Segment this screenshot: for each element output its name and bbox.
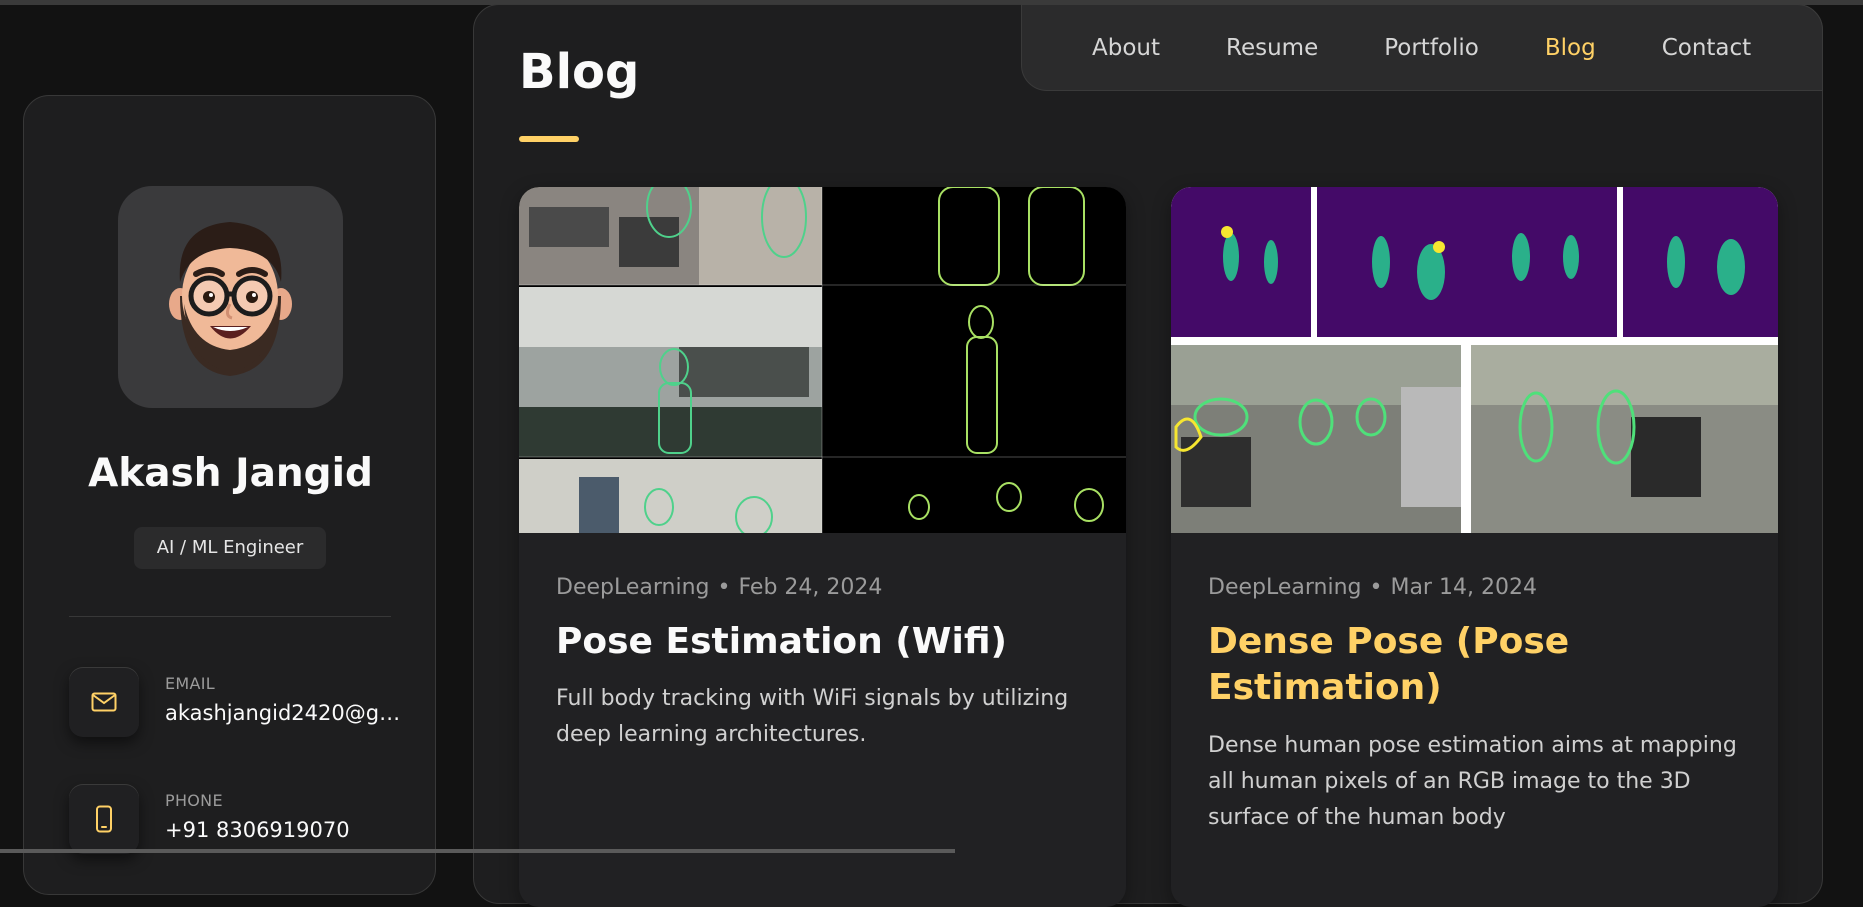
email-label: EMAIL xyxy=(165,674,215,693)
phone-link[interactable]: +91 8306919070 xyxy=(165,818,417,842)
horizontal-scrollbar[interactable] xyxy=(0,849,955,853)
phone-label: PHONE xyxy=(165,791,223,810)
post-thumbnail[interactable] xyxy=(1171,187,1778,533)
title-underline xyxy=(519,136,579,142)
post-category: DeepLearning xyxy=(556,575,710,600)
nav-resume[interactable]: Resume xyxy=(1226,35,1318,61)
post-description: Full body tracking with WiFi signals by … xyxy=(556,686,1069,747)
post-date: Feb 24, 2024 xyxy=(738,575,883,600)
post-thumbnail[interactable] xyxy=(519,187,1126,533)
post-category: DeepLearning xyxy=(1208,575,1362,600)
post-description: Dense human pose estimation aims at mapp… xyxy=(1208,733,1737,830)
phone-icon-box xyxy=(69,784,139,854)
divider xyxy=(69,616,391,617)
post-meta: DeepLearning • Mar 14, 2024 xyxy=(1208,575,1537,600)
phone-icon xyxy=(96,805,112,833)
nav-contact[interactable]: Contact xyxy=(1662,35,1751,61)
nav-about[interactable]: About xyxy=(1092,35,1160,61)
blog-post-card[interactable]: DeepLearning • Feb 24, 2024 Pose Estimatio… xyxy=(519,187,1126,907)
email-link[interactable]: akashjangid2420@gmail.com xyxy=(165,701,417,725)
email-icon-box xyxy=(69,667,139,737)
page-title: Blog xyxy=(519,44,640,100)
avatar xyxy=(118,186,343,408)
post-meta: DeepLearning • Feb 24, 2024 xyxy=(556,575,882,600)
post-date: Mar 14, 2024 xyxy=(1390,575,1537,600)
profile-name: Akash Jangid xyxy=(88,451,373,496)
nav-blog[interactable]: Blog xyxy=(1545,35,1596,61)
meta-separator: • xyxy=(1369,575,1383,600)
blog-post-card[interactable]: DeepLearning • Mar 14, 2024 Dense Pose (Po… xyxy=(1171,187,1778,907)
nav-portfolio[interactable]: Portfolio xyxy=(1384,35,1479,61)
densepose-image xyxy=(1171,187,1778,533)
post-title[interactable]: Pose Estimation (Wifi) xyxy=(556,619,1096,665)
pose-wireframe-image xyxy=(519,187,1126,533)
profile-sidebar: Akash Jangid AI / ML Engineer EMAIL akas… xyxy=(23,95,436,895)
post-title[interactable]: Dense Pose (Pose Estimation) xyxy=(1208,619,1748,711)
memoji-avatar-icon xyxy=(169,222,292,376)
role-badge: AI / ML Engineer xyxy=(134,527,326,569)
meta-separator: • xyxy=(717,575,731,600)
mail-icon xyxy=(91,692,117,712)
top-navbar: About Resume Portfolio Blog Contact xyxy=(1021,4,1823,91)
